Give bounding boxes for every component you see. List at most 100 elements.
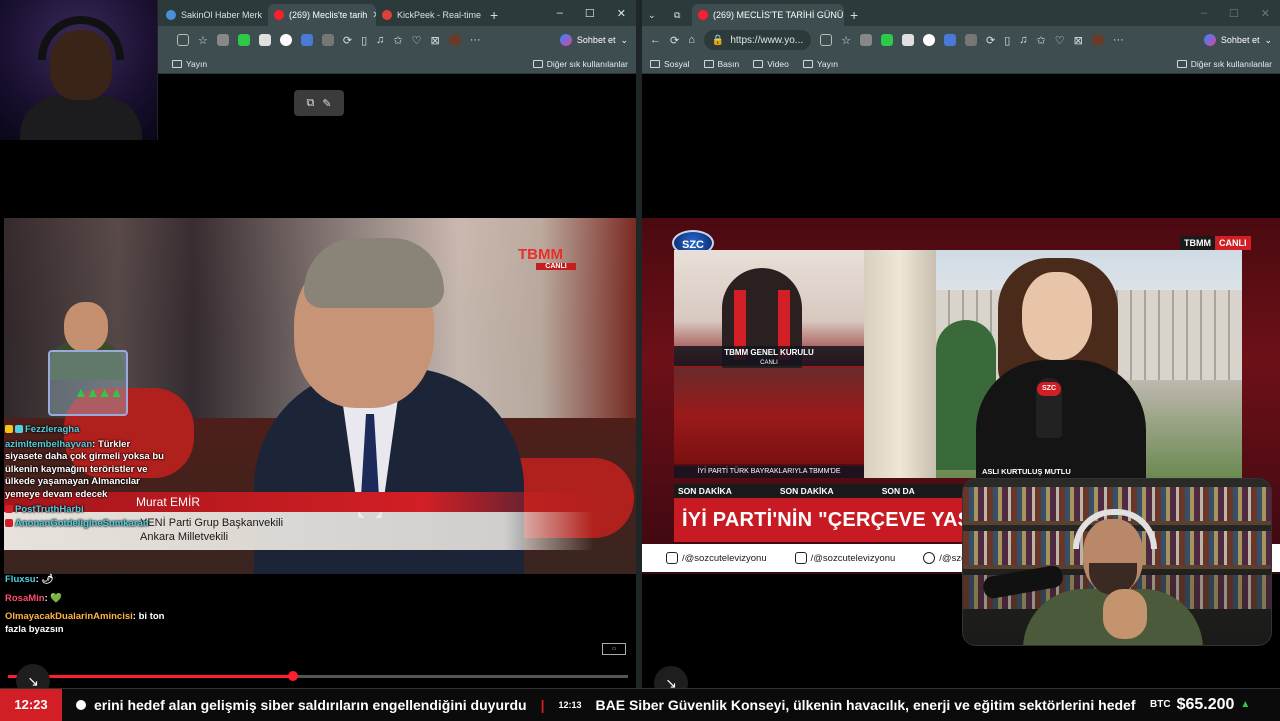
extension-icon[interactable] [258,34,271,46]
new-tab-button[interactable]: + [484,4,508,26]
profile-avatar[interactable] [1091,34,1104,46]
chat-message: AnonanGotdeligineSumkaran [5,518,165,531]
close-window-button[interactable]: ✕ [1261,7,1270,20]
minimize-button[interactable]: – [1201,7,1207,20]
video-progress-bar[interactable] [8,671,628,681]
kickpeek-icon [382,10,392,20]
more-menu-icon[interactable]: ··· [1113,34,1124,46]
maximize-button[interactable]: ☐ [1229,7,1239,20]
pip-icon[interactable]: ⧉ [306,97,314,110]
close-window-button[interactable]: ✕ [617,7,626,20]
other-favorites[interactable]: Diğer sık kullanılanlar [532,59,628,69]
chat-lower: Fluxsu: 🌶 RosaMin: 💚 OlmayacakDualarinAm… [5,574,175,642]
url-text: https://www.yo... [730,34,804,46]
chat-username: Fluxsu [5,574,36,585]
favorite-star-icon[interactable]: ☆ [198,34,208,47]
tab-meclis-szc[interactable]: (269) MECLİS'TE TARİHİ GÜNÜ Çerç ✕ [692,4,844,26]
extension-icon[interactable] [279,34,292,46]
screenshot-icon[interactable]: ⊠ [431,34,440,47]
ticker-time: 12:13 [558,699,582,710]
extension-icon[interactable] [321,34,334,46]
assembly-feed [674,368,864,464]
webcam-person-hand [1103,589,1147,639]
badge-live: CANLI [1215,236,1251,250]
workspaces-icon[interactable]: ⧉ [668,4,692,26]
streamer-webcam-2 [962,478,1272,646]
extension-icon[interactable] [923,34,936,46]
more-menu-icon[interactable]: ··· [470,34,481,46]
refresh-ext-icon[interactable]: ⟳ [986,34,995,47]
favorites-icon[interactable]: ✩ [1037,34,1046,47]
speaker-hair [304,238,444,308]
extension-icon[interactable] [237,34,250,46]
other-favorites[interactable]: Diğer sık kullanılanlar [1176,59,1272,69]
sidebar-icon[interactable]: ▯ [361,34,367,47]
music-icon[interactable]: ♫ [1019,34,1027,46]
tab-sakinol[interactable]: SakinOl Haber Merk ✕ [160,4,268,26]
sidebar-icon[interactable]: ▯ [1004,34,1010,47]
ticker-item: BAE Siber Güvenlik Konseyi, ülkenin hava… [595,696,1136,713]
home-icon[interactable]: ⌂ [688,34,695,46]
extension-icon[interactable] [965,34,978,46]
tab-list-icon[interactable]: ⌄ [642,4,668,26]
extension-icon[interactable] [881,34,894,46]
tab-kickpeek[interactable]: KickPeek - Real-time ✕ [376,4,484,26]
instagram-icon [794,552,807,564]
tab-label: (269) MECLİS'TE TARİHİ GÜNÜ Çerç [713,10,844,20]
chat-username: RosaMin [5,592,45,604]
copilot-button[interactable]: Sohbet et ⌄ [1203,34,1272,46]
favorite-star-icon[interactable]: ☆ [841,34,851,47]
favorites-icon[interactable]: ✩ [393,34,402,47]
extension-icon[interactable] [216,34,229,46]
extension-icon[interactable] [860,34,873,46]
notes-icon[interactable]: ✎ [322,97,331,110]
ticker-item: erini hedef alan gelişmiş siber saldırıl… [94,696,527,713]
tab-meclis[interactable]: (269) Meclis'te tarih ✕ [268,4,376,26]
profile-avatar[interactable] [448,34,461,46]
music-icon[interactable]: ♫ [376,34,384,46]
back-icon[interactable]: ← [650,34,661,46]
extension-icon[interactable] [902,34,915,46]
social-instagram: /@sozcutelevizyonu [794,552,895,564]
chat-message: PostTruthHarbi [5,504,165,517]
clock: 12:23 [0,688,62,721]
heart-icon[interactable]: ♡ [412,34,422,47]
split-screen-icon[interactable] [177,34,189,46]
heart-icon[interactable]: ♡ [1055,34,1065,47]
refresh-ext-icon[interactable]: ⟳ [343,34,352,47]
expand-icon[interactable]: ↘ [654,666,688,688]
screenshot-icon[interactable]: ⊠ [1074,34,1083,47]
maximize-button[interactable]: ☐ [585,7,595,20]
translate-icon[interactable] [944,34,957,46]
expand-icon[interactable]: ↘ [16,664,50,688]
bookmark-yayin[interactable]: Yayın [802,58,838,69]
chevron-down-icon: ⌄ [620,34,628,45]
bookmark-video[interactable]: Video [753,59,789,69]
copilot-label: Sohbet et [1220,35,1260,45]
new-tab-button[interactable]: + [844,4,868,26]
trend-up-icon: ▲ [1240,699,1251,710]
refresh-icon[interactable]: ⟳ [670,34,679,47]
bookmark-label: Basın [717,58,740,69]
badge-icon [5,425,13,433]
youtube-icon [274,10,284,20]
bookmark-yayin[interactable]: Yayın [172,59,207,69]
progress-fill [8,675,294,678]
chat-username: PostTruthHarbi [15,503,84,515]
bookmark-sosyal[interactable]: Sosyal [650,59,690,69]
address-bar[interactable]: 🔒 https://www.yo... [703,30,812,50]
translate-icon[interactable] [300,34,313,46]
bookmark-basin[interactable]: Basın [703,58,740,69]
badge-tbmm: TBMM [1180,236,1215,250]
gem-pile: ▲▲▲▲ [74,384,123,400]
btc-price: BTC $65.200 ▲ [1140,688,1280,721]
copilot-button[interactable]: Sohbet et ⌄ [559,34,628,46]
bookmark-label: Yayın [816,58,838,69]
window-controls: – ☐ ✕ [1201,7,1280,20]
split-screen-icon[interactable] [820,34,833,46]
minimize-button[interactable]: – [557,7,563,20]
progress-knob[interactable] [288,671,299,681]
feed-label: TBMM GENEL KURULU CANLI [674,346,864,366]
folder-icon [1176,59,1187,68]
feed-label-title: TBMM GENEL KURULU [724,348,814,357]
